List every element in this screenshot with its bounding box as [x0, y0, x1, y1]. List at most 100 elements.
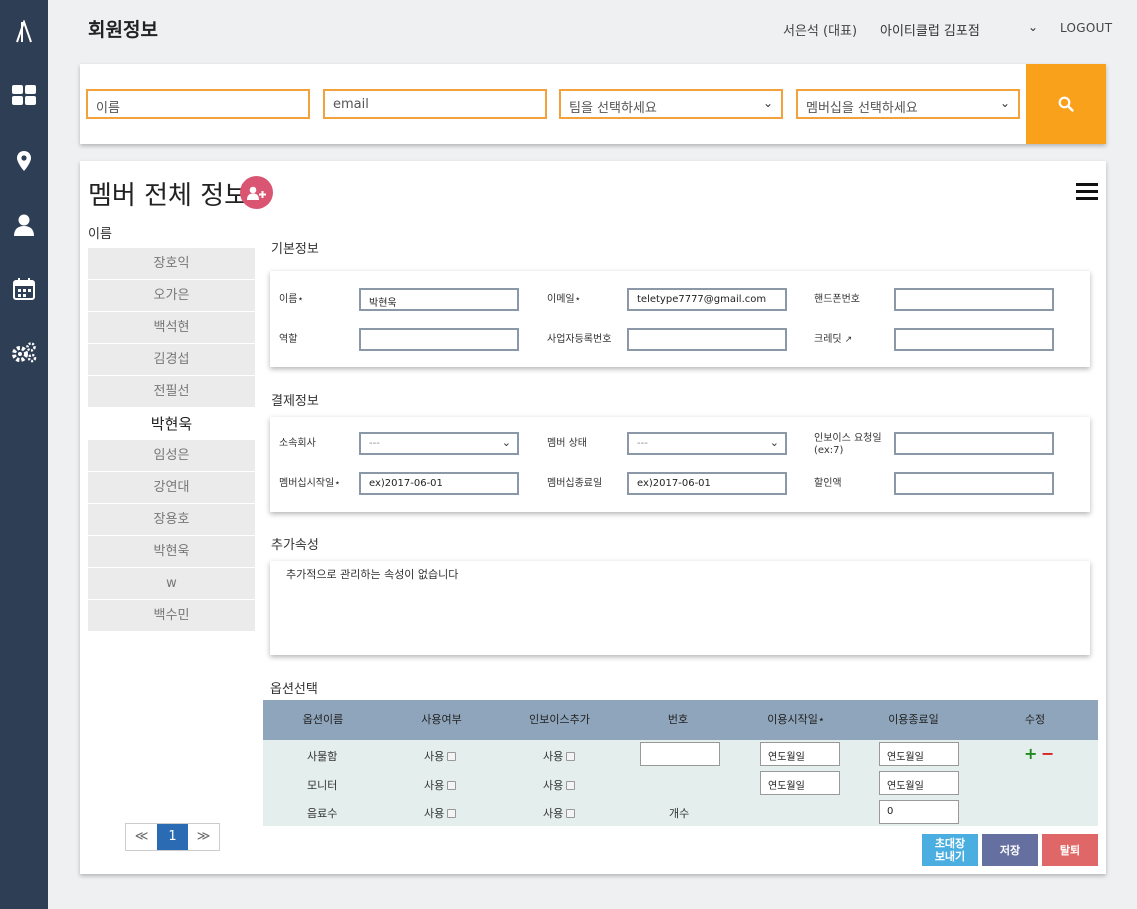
- email-field[interactable]: teletype7777@gmail.com: [627, 288, 787, 311]
- membership-end-field[interactable]: ex)2017-06-01: [627, 472, 787, 495]
- name-search-input[interactable]: 이름: [86, 89, 310, 119]
- payment-info-title: 결제정보: [271, 394, 319, 409]
- column-header: 인보이스추가: [529, 713, 590, 726]
- chevron-down-icon: ⌄: [769, 436, 779, 449]
- option-end-date-field[interactable]: 연도월일: [879, 771, 959, 795]
- next-page-button[interactable]: ≫: [188, 824, 219, 850]
- column-header: 옵션이름: [302, 713, 344, 726]
- list-item[interactable]: w: [88, 568, 255, 600]
- user-icon[interactable]: [0, 205, 48, 245]
- send-invite-button[interactable]: 초대장 보내기: [922, 834, 978, 866]
- use-toggle[interactable]: 사용: [424, 805, 457, 821]
- list-item[interactable]: 백수민: [88, 600, 255, 632]
- logo-icon[interactable]: [0, 12, 48, 52]
- option-name: 사물함: [307, 750, 338, 763]
- use-checkbox[interactable]: [447, 781, 457, 790]
- option-end-date-field[interactable]: 연도월일: [879, 742, 959, 766]
- list-item[interactable]: 박현욱: [88, 536, 255, 568]
- company-select[interactable]: --- ⌄: [359, 432, 519, 455]
- search-icon: [1058, 96, 1074, 112]
- invoice-toggle[interactable]: 사용: [543, 748, 576, 764]
- company-label: 소속회사: [279, 438, 316, 449]
- sidebar-rail: [0, 0, 48, 909]
- member-list: 장호익 오가은 백석현 김경섭 전필선 박현욱 임성은 강연대 장용호 박현욱 …: [88, 248, 255, 632]
- extra-attributes-title: 추가속성: [271, 538, 319, 553]
- phone-field[interactable]: [894, 288, 1054, 311]
- current-page-button[interactable]: 1: [157, 824, 188, 850]
- prev-page-button[interactable]: ≪: [126, 824, 157, 850]
- option-count-label: 개수: [669, 807, 690, 820]
- membership-start-label: 멤버십시작일⋆: [279, 478, 341, 489]
- chevron-down-icon: ⌄: [762, 96, 773, 110]
- team-select[interactable]: 팀을 선택하세요 ⌄: [559, 89, 783, 119]
- column-header: 이용시작일⋆: [767, 713, 825, 726]
- location-pin-icon[interactable]: [0, 141, 48, 181]
- save-button[interactable]: 저장: [982, 834, 1038, 866]
- calendar-icon[interactable]: [0, 269, 48, 309]
- credit-label[interactable]: 크레딧 ↗: [814, 334, 852, 346]
- membership-select[interactable]: 멤버십을 선택하세요 ⌄: [796, 89, 1020, 119]
- email-search-input[interactable]: email: [323, 89, 547, 119]
- list-item[interactable]: 장호익: [88, 248, 255, 280]
- external-link-icon[interactable]: ↗: [845, 335, 853, 345]
- list-item[interactable]: 장용호: [88, 504, 255, 536]
- list-item-selected[interactable]: 박현욱: [88, 408, 255, 440]
- list-item[interactable]: 김경섭: [88, 344, 255, 376]
- settings-gears-icon[interactable]: [0, 332, 48, 372]
- invoice-label: 사용: [543, 750, 564, 763]
- use-toggle[interactable]: 사용: [424, 777, 457, 793]
- invoice-checkbox[interactable]: [566, 752, 576, 761]
- invoice-label: 사용: [543, 779, 564, 792]
- option-name: 모니터: [307, 779, 338, 792]
- use-toggle[interactable]: 사용: [424, 748, 457, 764]
- option-start-date-field[interactable]: 연도월일: [760, 771, 840, 795]
- company-select-value: ---: [369, 438, 380, 449]
- list-item[interactable]: 강연대: [88, 472, 255, 504]
- membership-start-field[interactable]: ex)2017-06-01: [359, 472, 519, 495]
- use-label: 사용: [424, 779, 445, 792]
- invoice-day-label-text: 인보이스 요청일: [814, 433, 882, 444]
- phone-label: 핸드폰번호: [814, 294, 860, 305]
- chevron-down-icon: ⌄: [1027, 20, 1038, 34]
- list-item[interactable]: 임성은: [88, 440, 255, 472]
- column-header: 사용여부: [421, 713, 462, 726]
- chevron-down-icon: ⌄: [501, 436, 511, 449]
- store-select[interactable]: 아이티클럽 김포점 ⌄: [880, 20, 1038, 39]
- column-header: 수정: [1024, 713, 1046, 726]
- option-start-date-field[interactable]: 연도월일: [760, 742, 840, 766]
- email-label: 이메일⋆: [547, 294, 581, 305]
- search-button[interactable]: [1026, 64, 1106, 144]
- member-status-select[interactable]: --- ⌄: [627, 432, 787, 455]
- name-column-label: 이름: [88, 227, 112, 242]
- logout-link[interactable]: LOGOUT: [1060, 21, 1112, 35]
- business-number-field[interactable]: [627, 328, 787, 351]
- option-quantity-field[interactable]: 0: [879, 800, 959, 824]
- role-field[interactable]: [359, 328, 519, 351]
- list-item[interactable]: 전필선: [88, 376, 255, 408]
- credit-field[interactable]: [894, 328, 1054, 351]
- member-card: 멤버 전체 정보 이름 장호익 오가은 백석현 김경섭 전필선 박현욱 임성은 …: [80, 161, 1106, 874]
- pagination: ≪ 1 ≫: [125, 823, 220, 851]
- withdraw-button[interactable]: 탈퇴: [1042, 834, 1098, 866]
- remove-option-icon[interactable]: −: [1041, 744, 1054, 763]
- invoice-toggle[interactable]: 사용: [543, 777, 576, 793]
- use-checkbox[interactable]: [447, 752, 457, 761]
- invoice-checkbox[interactable]: [566, 781, 576, 790]
- option-number-field[interactable]: [640, 742, 720, 766]
- options-table-header: 옵션이름 사용여부 인보이스추가 번호 이용시작일⋆ 이용종료일 수정: [263, 700, 1098, 740]
- list-item[interactable]: 오가은: [88, 280, 255, 312]
- basic-info-title: 기본정보: [271, 242, 319, 257]
- use-checkbox[interactable]: [447, 809, 457, 818]
- name-field[interactable]: 박현욱: [359, 288, 519, 311]
- add-option-icon[interactable]: +: [1024, 744, 1037, 763]
- list-item[interactable]: 백석현: [88, 312, 255, 344]
- dashboard-icon[interactable]: [0, 75, 48, 115]
- invoice-checkbox[interactable]: [566, 809, 576, 818]
- discount-field[interactable]: [894, 472, 1054, 495]
- add-user-button[interactable]: [240, 176, 273, 209]
- invoice-day-field[interactable]: [894, 432, 1054, 455]
- hamburger-menu-icon[interactable]: [1076, 183, 1098, 201]
- use-label: 사용: [424, 807, 445, 820]
- membership-select-value: 멤버십을 선택하세요: [806, 101, 918, 116]
- invoice-toggle[interactable]: 사용: [543, 805, 576, 821]
